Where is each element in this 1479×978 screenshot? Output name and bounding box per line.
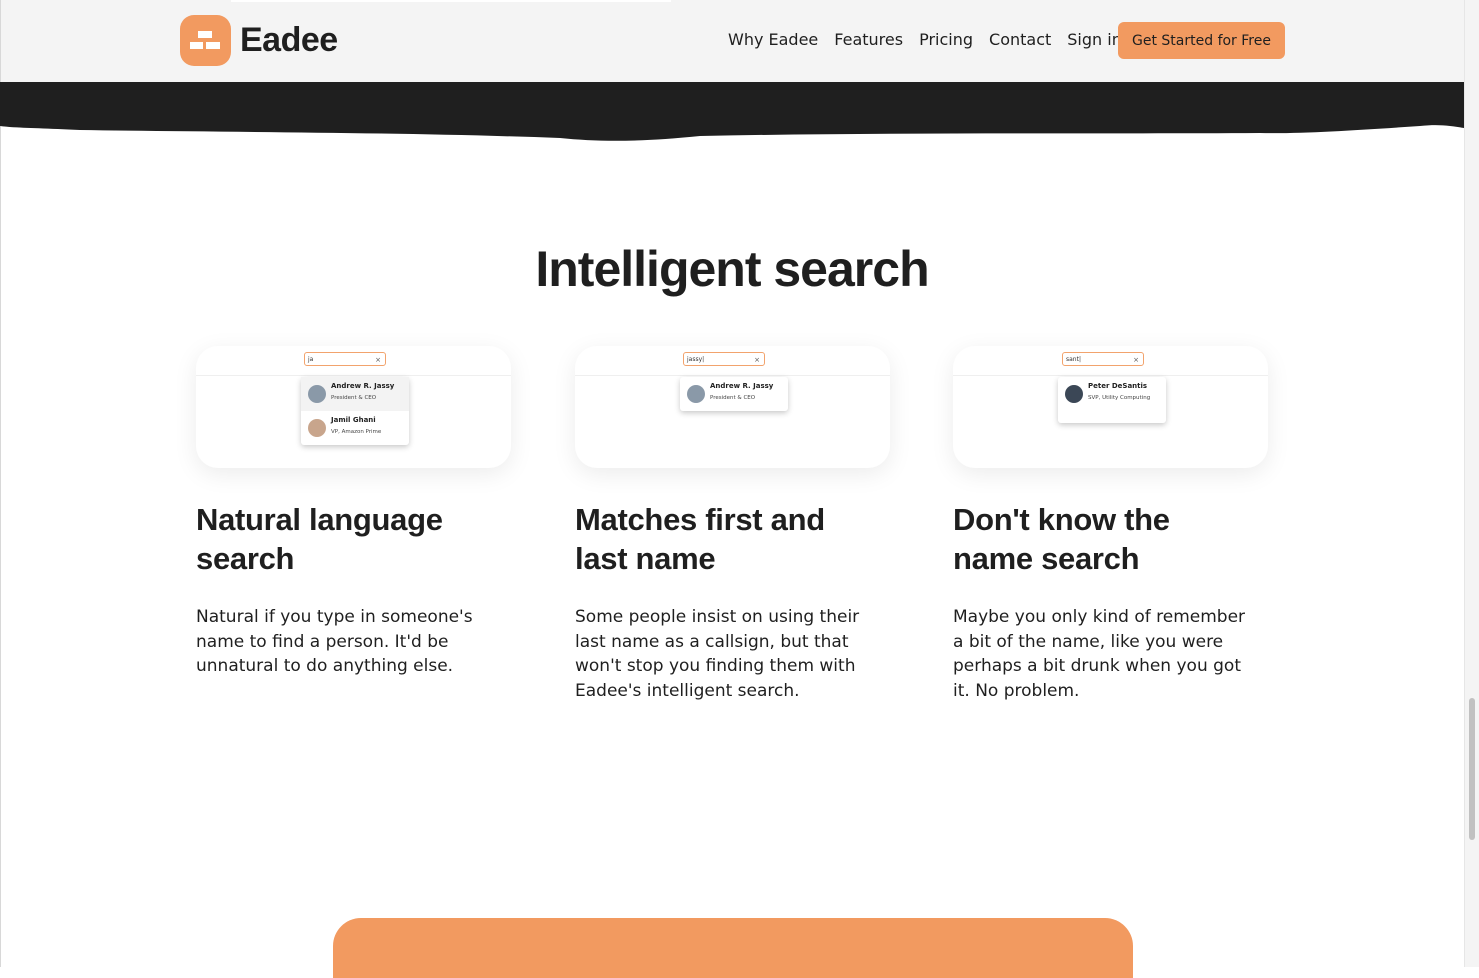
search-results-dropdown: Andrew R. Jassy President & CEO [680, 377, 788, 411]
search-preview: ja × Andrew R. Jassy President & CEO Jami… [196, 346, 511, 468]
search-results-dropdown: Andrew R. Jassy President & CEO Jamil Gh… [301, 377, 409, 445]
feature-description: Some people insist on using their last n… [575, 607, 860, 701]
list-item: Jamil Ghani VP, Amazon Prime [301, 411, 409, 445]
nav-links: Why Eadee Features Pricing Contact Sign … [728, 30, 1122, 49]
header-strip [231, 0, 671, 2]
feature-title: Don't know the name search [953, 502, 1170, 576]
nav-link-why-eadee[interactable]: Why Eadee [728, 30, 818, 49]
list-item: Peter DeSantis SVP, Utility Computing [1058, 377, 1166, 423]
avatar [687, 385, 705, 403]
feature-title: Natural language search [196, 502, 443, 576]
scrollbar[interactable] [1464, 0, 1479, 967]
search-preview: sant| × Peter DeSantis SVP, Utility Compu… [953, 346, 1268, 468]
avatar [1065, 385, 1083, 403]
feature-description: Maybe you only kind of remember a bit of… [953, 607, 1246, 701]
brand-logo[interactable]: Eadee [180, 15, 338, 66]
clear-icon: × [754, 356, 760, 364]
avatar [308, 385, 326, 403]
clear-icon: × [375, 356, 381, 364]
page-border [0, 0, 1, 967]
feature-description: Natural if you type in someone's name to… [196, 607, 473, 676]
nav-link-features[interactable]: Features [834, 30, 903, 49]
nav-link-contact[interactable]: Contact [989, 30, 1051, 49]
search-results-dropdown: Peter DeSantis SVP, Utility Computing [1058, 377, 1166, 423]
search-input: sant| × [1062, 352, 1144, 366]
nav-link-sign-in[interactable]: Sign in [1067, 30, 1122, 49]
nav-link-pricing[interactable]: Pricing [919, 30, 973, 49]
section-title: Intelligent search [535, 241, 929, 297]
feature-card-dont-know-name: sant| × Peter DeSantis SVP, Utility Compu… [953, 346, 1268, 703]
list-item: Andrew R. Jassy President & CEO [680, 377, 788, 411]
list-item: Andrew R. Jassy President & CEO [301, 377, 409, 411]
get-started-button[interactable]: Get Started for Free [1118, 22, 1285, 59]
avatar [308, 419, 326, 437]
brand-name: Eadee [240, 21, 338, 59]
feature-card-natural-language: ja × Andrew R. Jassy President & CEO Jami… [196, 346, 511, 679]
search-input: ja × [304, 352, 386, 366]
clear-icon: × [1133, 356, 1139, 364]
logo-icon [180, 15, 231, 66]
bottom-cta-panel [333, 918, 1133, 978]
hero-bottom-wave [0, 82, 1464, 141]
search-preview: jassy| × Andrew R. Jassy President & CEO [575, 346, 890, 468]
feature-title: Matches first and last name [575, 502, 825, 576]
feature-card-first-last-name: jassy| × Andrew R. Jassy President & CEO … [575, 346, 890, 703]
scrollbar-thumb[interactable] [1469, 698, 1475, 840]
search-input: jassy| × [683, 352, 765, 366]
